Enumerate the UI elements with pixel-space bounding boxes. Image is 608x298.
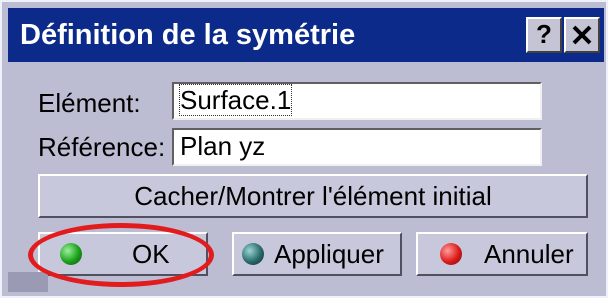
cancel-label: Annuler [484,239,574,269]
close-button[interactable] [564,17,600,53]
dialog-title: Définition de la symétrie [20,19,356,51]
reference-value: Plan yz [180,131,266,161]
reference-label: Référence: [38,132,166,162]
symmetry-dialog: Définition de la symétrie ? Elément: Sur… [0,0,608,298]
ok-status-icon [60,243,82,265]
close-icon [572,25,592,45]
reference-field[interactable]: Plan yz [172,128,542,166]
apply-status-icon [242,243,264,265]
element-field[interactable]: Surface.1 [172,82,542,120]
ok-label: OK [132,239,170,269]
ok-button[interactable]: OK [38,232,208,276]
apply-label: Appliquer [274,239,384,269]
toggle-initial-element-button[interactable]: Cacher/Montrer l'élément initial [38,174,588,218]
title-bar[interactable]: Définition de la symétrie ? [8,8,604,62]
corner-decoration [8,272,48,292]
element-label: Elément: [38,88,141,118]
cancel-button[interactable]: Annuler [416,232,588,276]
cancel-status-icon [440,243,462,265]
element-value: Surface.1 [178,84,293,116]
apply-button[interactable]: Appliquer [232,232,402,276]
help-button[interactable]: ? [526,17,562,53]
